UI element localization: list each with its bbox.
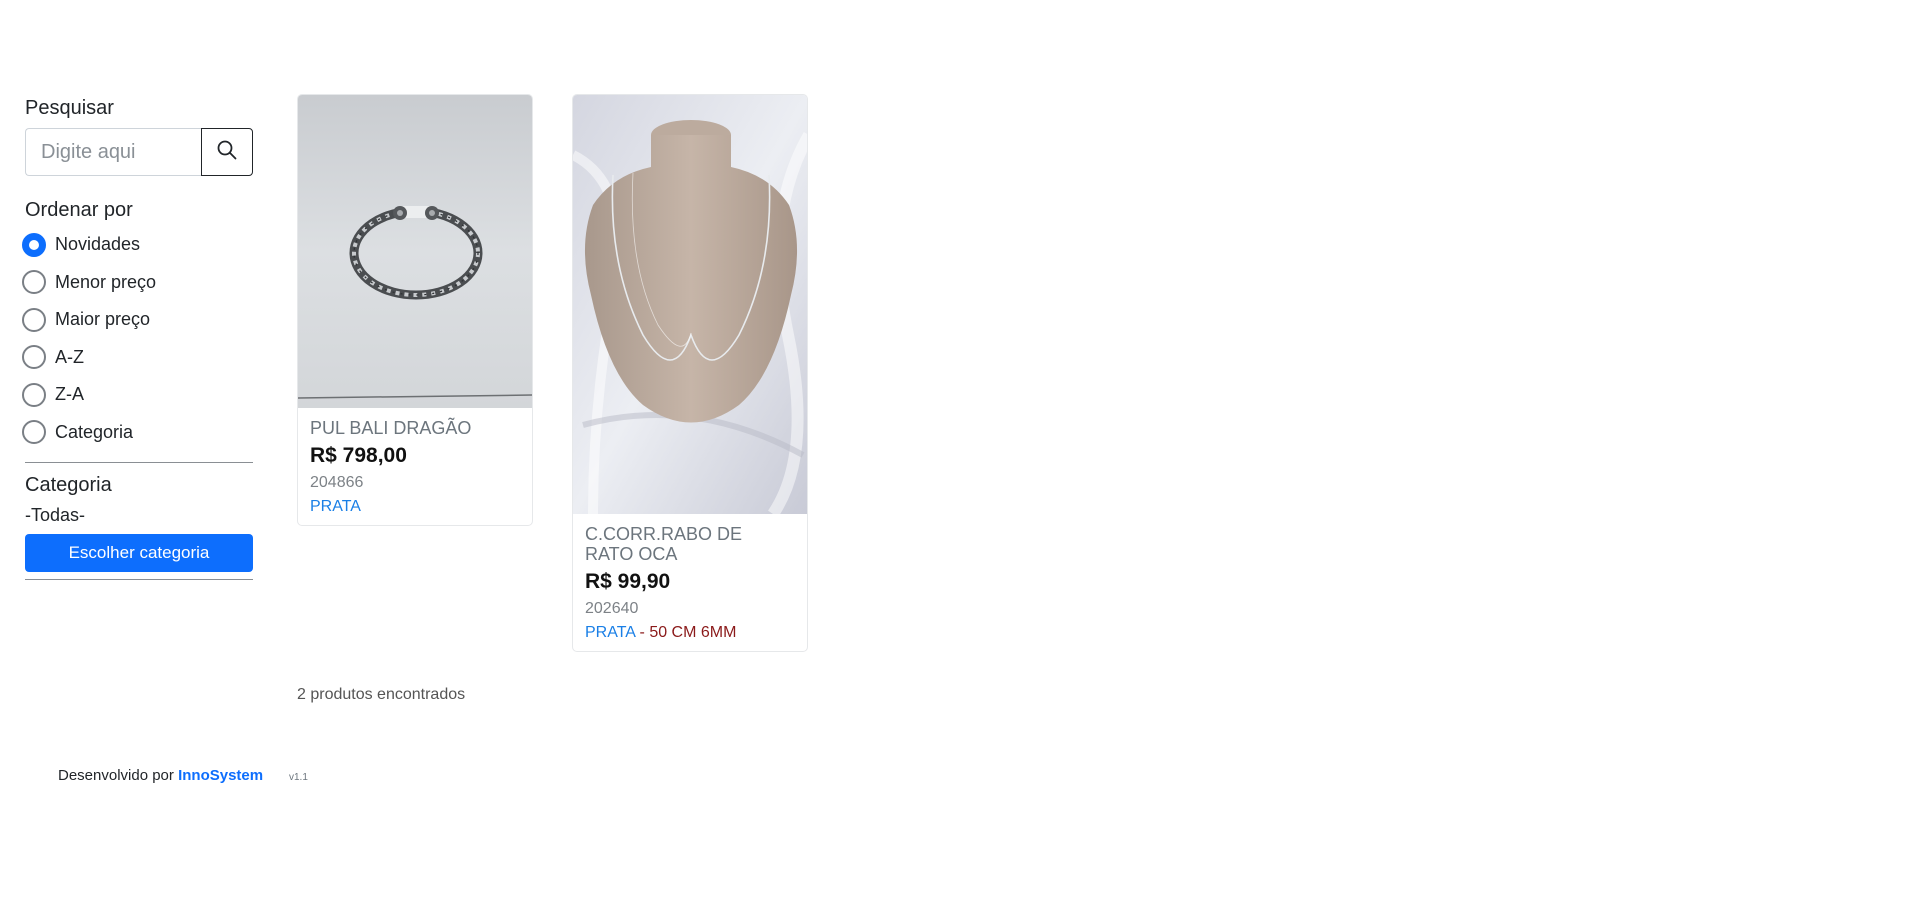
choose-category-button[interactable]: Escolher categoria (25, 534, 253, 572)
radio-label: Categoria (55, 421, 134, 442)
radio-label: Z-A (55, 384, 84, 405)
product-tags: PRATA - 50 CM 6MM (585, 623, 795, 643)
radio-label: Maior preço (55, 309, 151, 330)
product-code: 204866 (310, 474, 364, 491)
filter-sidebar: Pesquisar Ordenar por Novidades Menor pr… (22, 94, 253, 580)
tag-separator: - (635, 624, 650, 641)
product-image-bracelet[interactable] (298, 95, 532, 408)
search-icon (217, 140, 237, 165)
category-title: Categoria (25, 474, 112, 496)
radio-label: Novidades (55, 234, 141, 255)
search-title: Pesquisar (25, 97, 114, 119)
order-option-a-z[interactable]: A-Z (22, 339, 253, 377)
search-input[interactable] (25, 128, 201, 176)
radio-button[interactable] (22, 270, 46, 295)
product-image-necklace[interactable] (573, 95, 807, 514)
divider (25, 462, 253, 463)
order-title: Ordenar por (25, 199, 133, 221)
product-code: 202640 (585, 600, 639, 617)
product-card[interactable]: C.CORR.RABO DE RATO OCA R$ 99,90 202640 … (572, 94, 808, 652)
size-tag: 50 CM 6MM (649, 624, 737, 641)
version-label: v1.1 (289, 772, 308, 783)
results-count: 2 produtos encontrados (297, 686, 466, 703)
order-option-categoria[interactable]: Categoria (22, 414, 253, 452)
radio-label: Menor preço (55, 271, 157, 292)
order-radio-group: Novidades Menor preço Maior preço A-Z Z-… (22, 226, 253, 452)
product-price: R$ 798,00 (310, 444, 407, 467)
product-info: PUL BALI DRAGÃO R$ 798,00 204866 PRATA (298, 408, 532, 525)
product-card[interactable]: PUL BALI DRAGÃO R$ 798,00 204866 PRATA (297, 94, 533, 526)
developer-link[interactable]: InnoSystem (178, 767, 263, 784)
radio-button[interactable] (22, 345, 46, 370)
product-tags: PRATA (310, 497, 520, 517)
radio-button[interactable] (22, 232, 46, 257)
search-row (25, 128, 253, 176)
product-name: C.CORR.RABO DE RATO OCA (585, 524, 743, 564)
radio-button[interactable] (22, 307, 46, 332)
material-tag: PRATA (585, 624, 636, 641)
radio-button[interactable] (22, 420, 46, 445)
order-option-z-a[interactable]: Z-A (22, 376, 253, 414)
material-tag: PRATA (310, 498, 361, 515)
footer-prefix: Desenvolvido por (58, 767, 179, 784)
product-price: R$ 99,90 (585, 570, 671, 593)
product-name: PUL BALI DRAGÃO (310, 418, 472, 438)
search-button[interactable] (201, 128, 253, 176)
order-option-maior-preco[interactable]: Maior preço (22, 301, 253, 339)
order-option-novidades[interactable]: Novidades (22, 226, 253, 264)
footer: Desenvolvido por InnoSystem (58, 767, 263, 784)
product-info: C.CORR.RABO DE RATO OCA R$ 99,90 202640 … (573, 514, 807, 651)
order-option-menor-preco[interactable]: Menor preço (22, 264, 253, 302)
divider (25, 579, 253, 580)
radio-button[interactable] (22, 382, 46, 407)
radio-label: A-Z (55, 346, 84, 367)
category-value: -Todas- (25, 505, 86, 525)
